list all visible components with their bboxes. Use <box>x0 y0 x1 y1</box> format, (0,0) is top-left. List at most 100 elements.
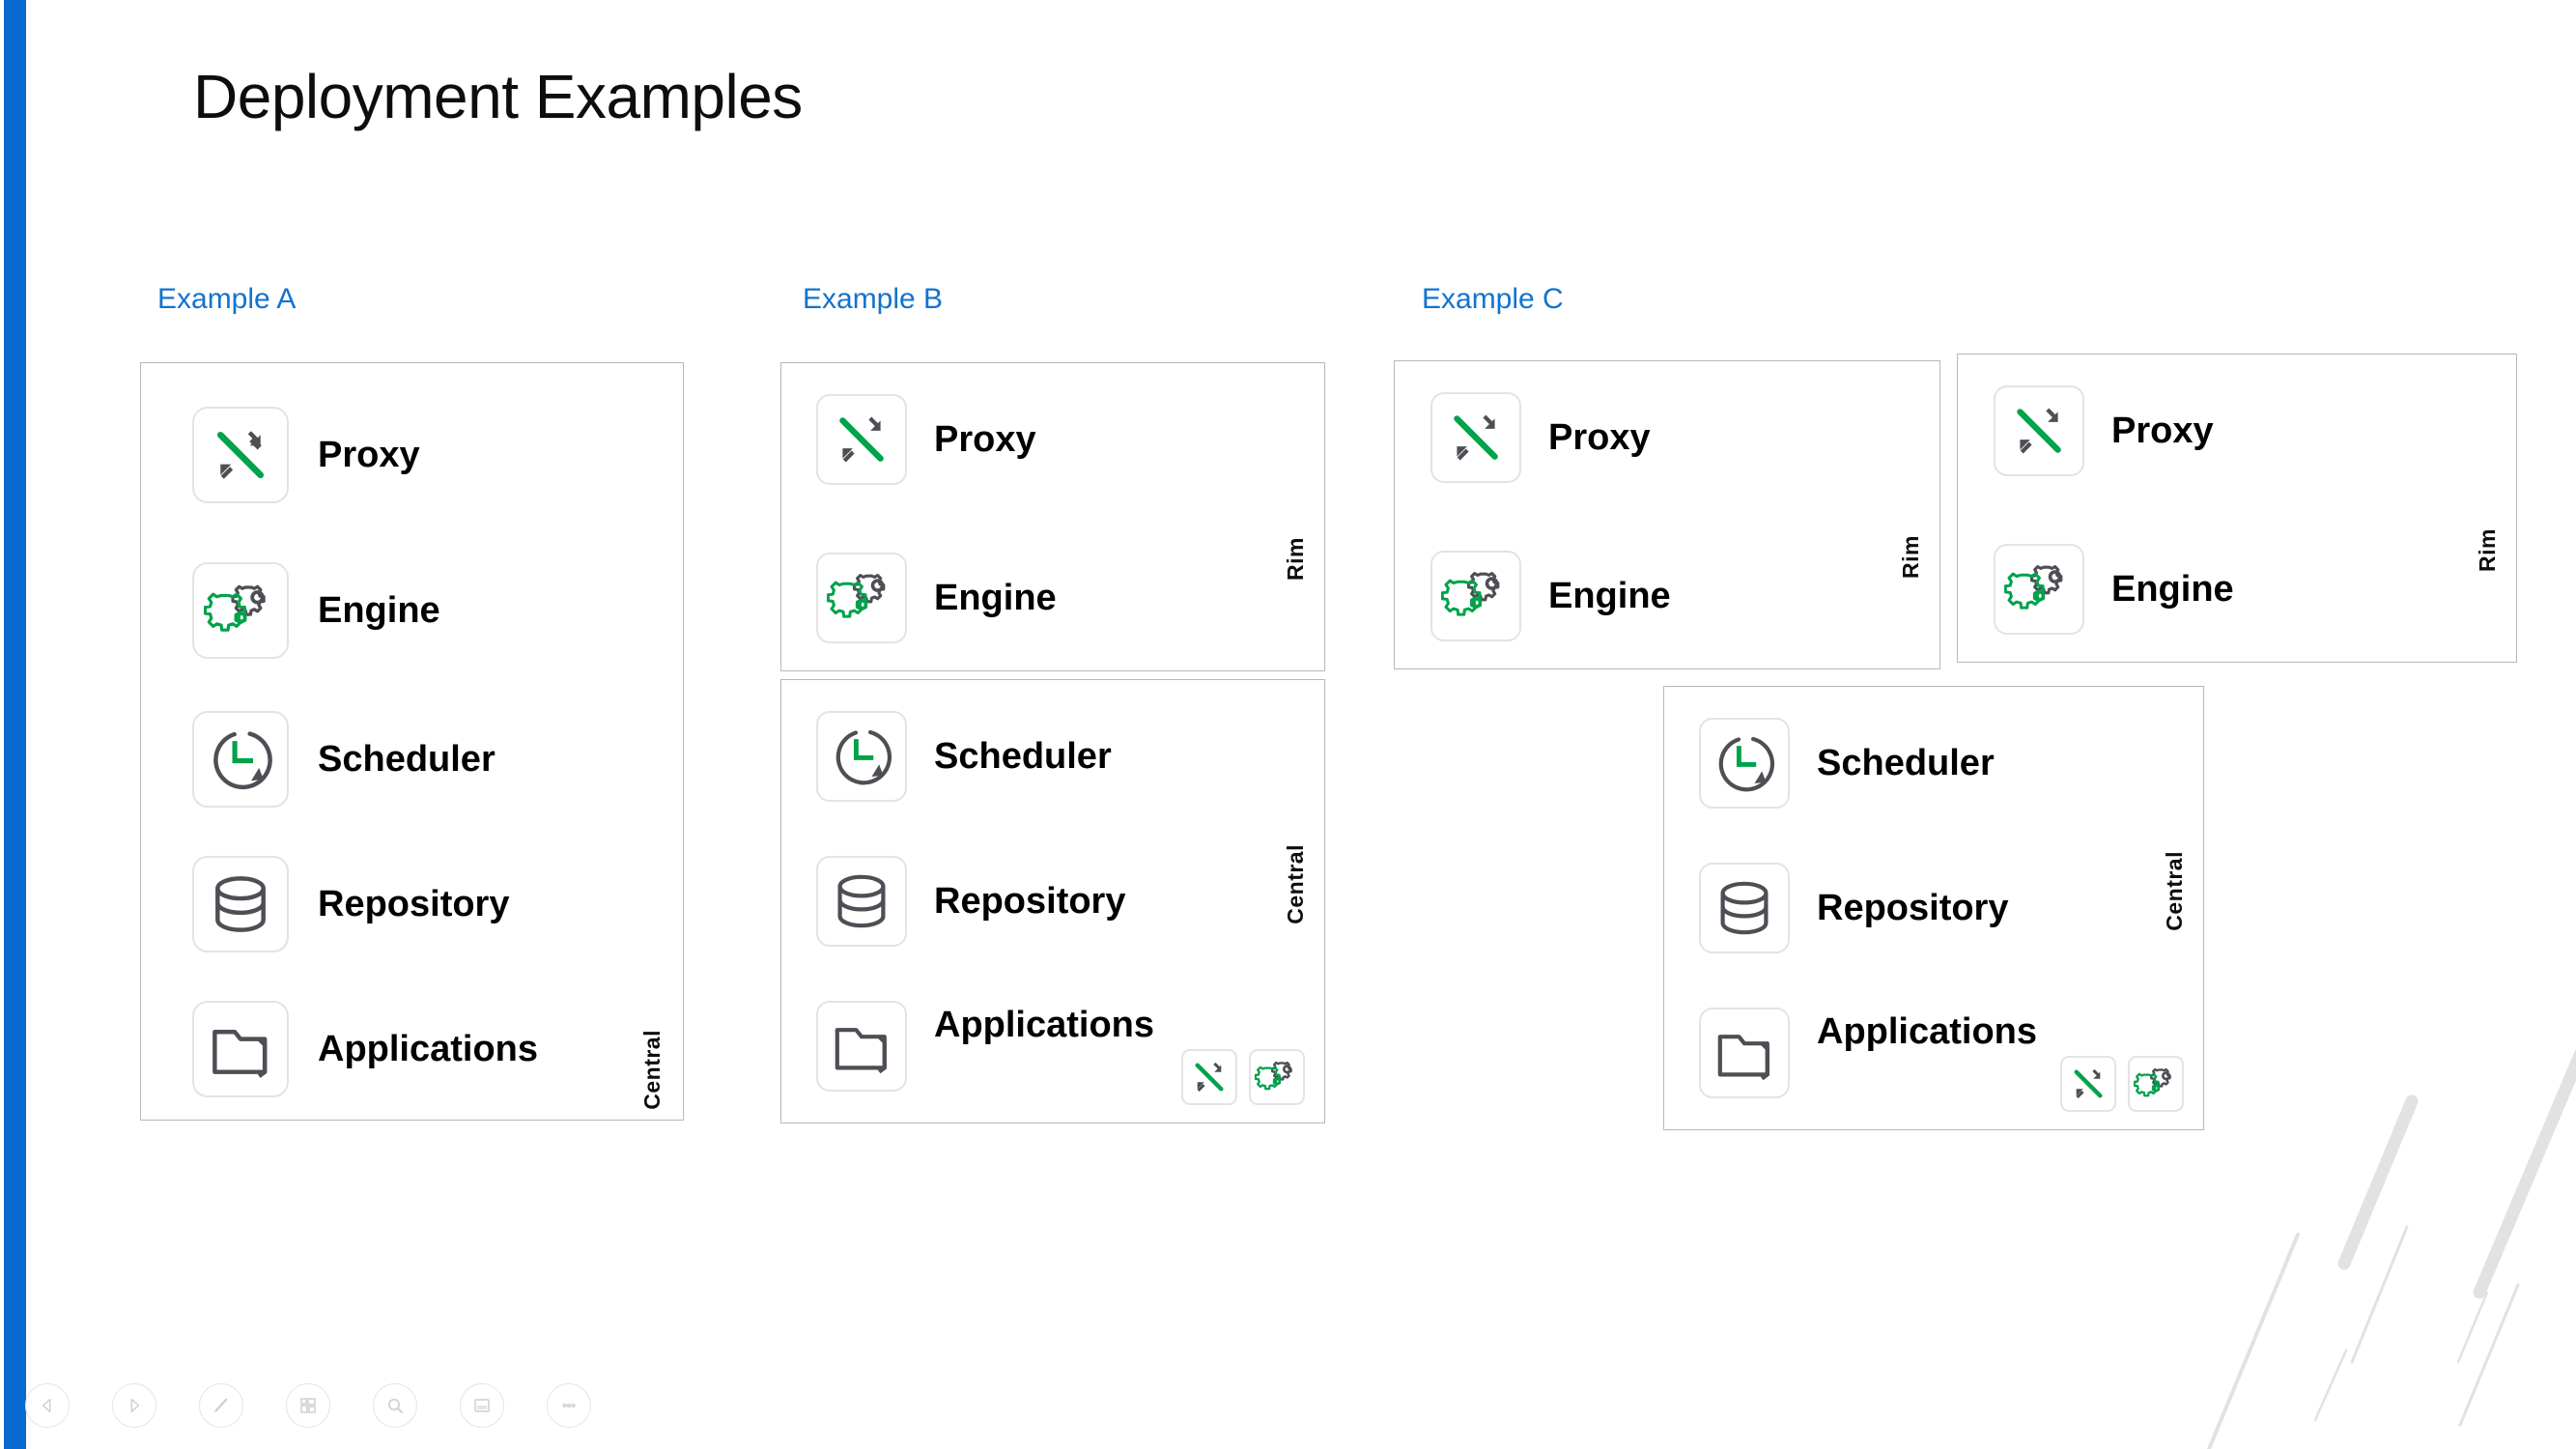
row-repository: Repository <box>192 856 509 952</box>
panel-b-central: Scheduler Repository Applications Centra… <box>780 679 1325 1123</box>
row-engine: Engine <box>816 553 1057 643</box>
row-scheduler: Scheduler <box>816 711 1112 802</box>
proxy-icon <box>1454 414 1498 461</box>
row-label-repository: Repository <box>1817 887 2009 928</box>
notes-icon <box>474 1399 490 1412</box>
play-slide-button[interactable] <box>112 1383 156 1428</box>
proxy-icon <box>1195 1062 1224 1093</box>
row-proxy: Proxy <box>192 407 420 503</box>
repository-icon-tile[interactable] <box>1699 863 1790 953</box>
mini-proxy-icon-tile[interactable] <box>2060 1056 2116 1112</box>
mini-icon-cluster-b <box>1181 1049 1305 1105</box>
mini-engine-icon-tile[interactable] <box>2128 1056 2184 1112</box>
slide-overview-button[interactable] <box>286 1383 330 1428</box>
applications-folder-icon <box>835 1028 887 1074</box>
page-title: Deployment Examples <box>193 62 803 131</box>
presentation-toolbar <box>0 1362 591 1449</box>
example-group-b: Example B <box>803 283 943 316</box>
proxy-icon <box>2017 408 2061 454</box>
row-label-proxy: Proxy <box>934 418 1036 460</box>
magnifier-icon <box>387 1398 403 1413</box>
applications-folder-icon <box>1717 1035 1769 1081</box>
proxy-icon-tile[interactable] <box>816 394 907 485</box>
engine-icon <box>2134 1067 2171 1097</box>
mini-engine-icon-tile[interactable] <box>1249 1049 1305 1105</box>
panel-b-rim: Proxy Engine Rim <box>780 362 1325 671</box>
proxy-icon-tile[interactable] <box>1994 385 2084 476</box>
engine-icon-tile[interactable] <box>1994 544 2084 635</box>
engine-icon <box>204 584 266 632</box>
engine-icon-tile[interactable] <box>816 553 907 643</box>
presentation-slide: Deployment Examples Example A Proxy Engi… <box>0 0 2576 1449</box>
proxy-icon <box>216 431 265 479</box>
zone-caption-rim-c2: Rim <box>2475 528 2500 572</box>
proxy-icon-tile[interactable] <box>192 407 289 503</box>
row-label-scheduler: Scheduler <box>1817 742 1995 783</box>
applications-folder-icon <box>212 1030 268 1078</box>
applications-icon-tile[interactable] <box>816 1001 907 1092</box>
engine-icon <box>827 574 886 618</box>
zone-caption-central-c: Central <box>2162 851 2187 931</box>
left-accent-bar <box>4 0 26 1449</box>
row-label-applications: Applications <box>934 1004 1155 1045</box>
pen-icon <box>214 1398 228 1412</box>
zoom-search-button[interactable] <box>373 1383 417 1428</box>
panel-c-central: Scheduler Repository Applications Centra… <box>1663 686 2204 1130</box>
row-label-applications: Applications <box>1817 1010 2038 1052</box>
row-label-proxy: Proxy <box>1548 416 1651 458</box>
previous-slide-button[interactable] <box>25 1383 70 1428</box>
row-label-repository: Repository <box>934 880 1126 922</box>
row-scheduler: Scheduler <box>192 711 495 808</box>
engine-icon <box>2004 565 2063 610</box>
zone-caption-rim-b: Rim <box>1283 537 1308 581</box>
annotate-pen-button[interactable] <box>199 1383 243 1428</box>
scheduler-icon-tile[interactable] <box>192 711 289 808</box>
example-b-label: Example B <box>803 283 944 315</box>
zone-caption-central-b: Central <box>1283 844 1308 924</box>
repository-icon-tile[interactable] <box>816 856 907 947</box>
row-label-engine: Engine <box>318 589 440 631</box>
repository-icon <box>1720 881 1769 935</box>
zone-caption-rim-c1: Rim <box>1898 535 1923 579</box>
applications-icon-tile[interactable] <box>192 1001 289 1097</box>
row-label-proxy: Proxy <box>318 434 420 475</box>
proxy-icon <box>839 416 884 463</box>
zone-caption-central-a: Central <box>639 1030 665 1110</box>
row-proxy: Proxy <box>1994 385 2214 476</box>
grid-icon <box>300 1398 316 1413</box>
row-applications: Applications <box>816 1001 1154 1092</box>
example-c-label: Example C <box>1422 283 1564 315</box>
example-group-c: Example C <box>1422 283 1564 316</box>
mini-icon-cluster-c <box>2060 1056 2184 1112</box>
engine-icon-tile[interactable] <box>192 562 289 659</box>
row-label-engine: Engine <box>1548 575 1671 616</box>
row-proxy: Proxy <box>816 394 1036 485</box>
row-label-proxy: Proxy <box>2111 410 2214 451</box>
repository-icon-tile[interactable] <box>192 856 289 952</box>
row-label-applications: Applications <box>318 1028 539 1069</box>
notes-button[interactable] <box>460 1383 504 1428</box>
panel-a-central: Proxy Engine Scheduler Repository Applic… <box>140 362 684 1121</box>
engine-icon-tile[interactable] <box>1430 551 1521 641</box>
triangle-right-icon <box>130 1398 140 1413</box>
scheduler-icon-tile[interactable] <box>1699 718 1790 809</box>
mini-proxy-icon-tile[interactable] <box>1181 1049 1237 1105</box>
scheduler-icon <box>1718 736 1775 792</box>
row-repository: Repository <box>1699 863 2008 953</box>
more-options-button[interactable] <box>547 1383 591 1428</box>
proxy-icon <box>2074 1068 2103 1099</box>
scheduler-icon <box>835 729 892 785</box>
row-engine: Engine <box>192 562 440 659</box>
row-applications: Applications <box>1699 1008 2037 1098</box>
row-label-scheduler: Scheduler <box>934 735 1112 777</box>
row-label-repository: Repository <box>318 883 510 924</box>
row-applications: Applications <box>192 1001 538 1097</box>
ellipsis-icon <box>562 1403 576 1408</box>
row-engine: Engine <box>1430 551 1671 641</box>
row-repository: Repository <box>816 856 1125 947</box>
proxy-icon-tile[interactable] <box>1430 392 1521 483</box>
example-a-label: Example A <box>157 283 297 315</box>
applications-icon-tile[interactable] <box>1699 1008 1790 1098</box>
row-label-engine: Engine <box>2111 568 2234 610</box>
scheduler-icon-tile[interactable] <box>816 711 907 802</box>
